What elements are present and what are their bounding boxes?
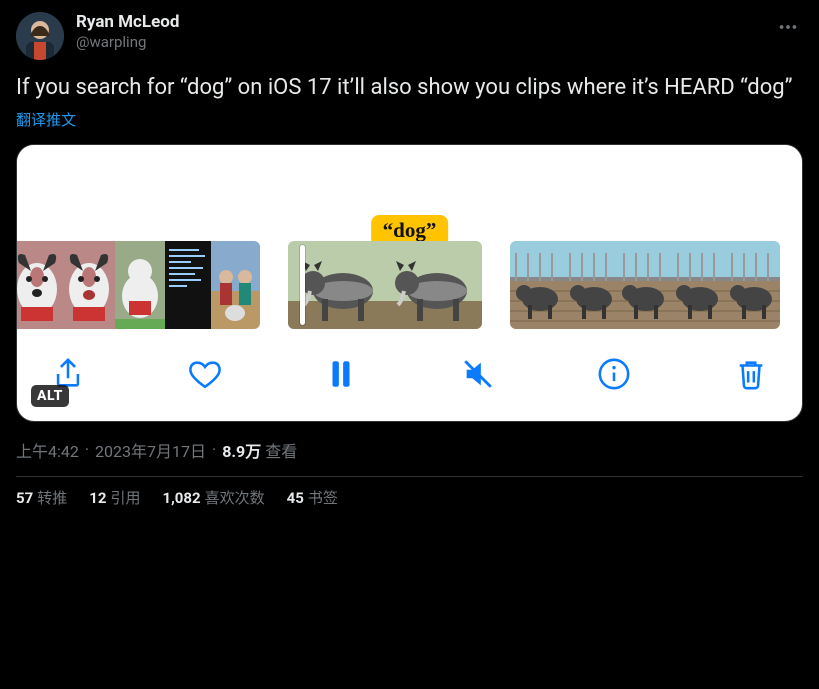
divider	[16, 476, 803, 477]
avatar[interactable]	[16, 12, 64, 60]
time[interactable]: 上午4:42	[16, 438, 79, 462]
bookmarks-label: 书签	[308, 489, 338, 507]
frame-people-dog	[211, 241, 260, 329]
alt-badge[interactable]: ALT	[31, 385, 69, 407]
volume-muted-icon	[461, 357, 495, 391]
more-icon	[777, 16, 799, 38]
tweet-header: Ryan McLeod @warpling	[16, 12, 803, 60]
info-icon	[597, 357, 631, 391]
avatar-image	[16, 12, 64, 60]
likes-count: 1,082	[162, 489, 200, 507]
likes-stat[interactable]: 1,082 喜欢次数	[162, 487, 264, 508]
tweet-meta: 上午4:42 · 2023年7月17日 · 8.9万 查看	[16, 438, 803, 462]
translate-link[interactable]: 翻译推文	[16, 109, 76, 130]
card-whitespace: “dog”	[17, 145, 802, 241]
playhead[interactable]	[300, 245, 305, 325]
video-timeline[interactable]	[17, 241, 802, 329]
date[interactable]: 2023年7月17日	[95, 438, 206, 462]
trash-icon	[734, 357, 768, 391]
more-button[interactable]	[773, 12, 803, 46]
mute-button[interactable]	[455, 351, 501, 397]
retweets-label: 转推	[37, 489, 67, 507]
frame-schnauzer	[385, 241, 482, 329]
tweet-text: If you search for “dog” on iOS 17 it’ll …	[16, 74, 803, 103]
clip-thumbnail-group[interactable]	[288, 241, 482, 329]
views-count[interactable]: 8.9万	[222, 438, 261, 462]
tweet-container: Ryan McLeod @warpling If you search for …	[0, 0, 819, 520]
views-label: 查看	[265, 438, 297, 462]
heart-button[interactable]	[182, 351, 228, 397]
frame-deck-dog	[726, 241, 780, 329]
media-toolbar	[17, 329, 802, 421]
separator: ·	[83, 440, 91, 459]
frame-deck-dog	[672, 241, 726, 329]
retweets-count: 57	[16, 489, 33, 507]
clip-thumbnail-group[interactable]	[17, 241, 260, 329]
separator: ·	[210, 440, 218, 459]
quotes-count: 12	[89, 489, 106, 507]
frame-deck-dog	[510, 241, 564, 329]
pause-button[interactable]	[318, 351, 364, 397]
quotes-stat[interactable]: 12引用	[89, 487, 140, 508]
frame-dog-closeup	[63, 241, 115, 329]
tweet-stats: 57转推 12引用 1,082 喜欢次数 45书签	[16, 487, 803, 512]
quotes-label: 引用	[110, 489, 140, 507]
likes-label: 喜欢次数	[205, 489, 265, 507]
frame-dog-body	[115, 241, 165, 329]
author-names: Ryan McLeod @warpling	[76, 12, 179, 52]
media-card[interactable]: “dog”	[16, 144, 803, 422]
info-button[interactable]	[591, 351, 637, 397]
handle[interactable]: @warpling	[76, 33, 179, 52]
frame-dog-closeup	[17, 241, 63, 329]
frame-deck-dog	[564, 241, 618, 329]
heart-icon	[188, 357, 222, 391]
trash-button[interactable]	[728, 351, 774, 397]
bookmarks-count: 45	[287, 489, 304, 507]
display-name[interactable]: Ryan McLeod	[76, 12, 179, 33]
clip-thumbnail-group[interactable]	[510, 241, 780, 329]
frame-terminal	[165, 241, 211, 329]
frame-deck-dog	[618, 241, 672, 329]
pause-icon	[324, 357, 358, 391]
retweets-stat[interactable]: 57转推	[16, 487, 67, 508]
bookmarks-stat[interactable]: 45书签	[287, 487, 338, 508]
